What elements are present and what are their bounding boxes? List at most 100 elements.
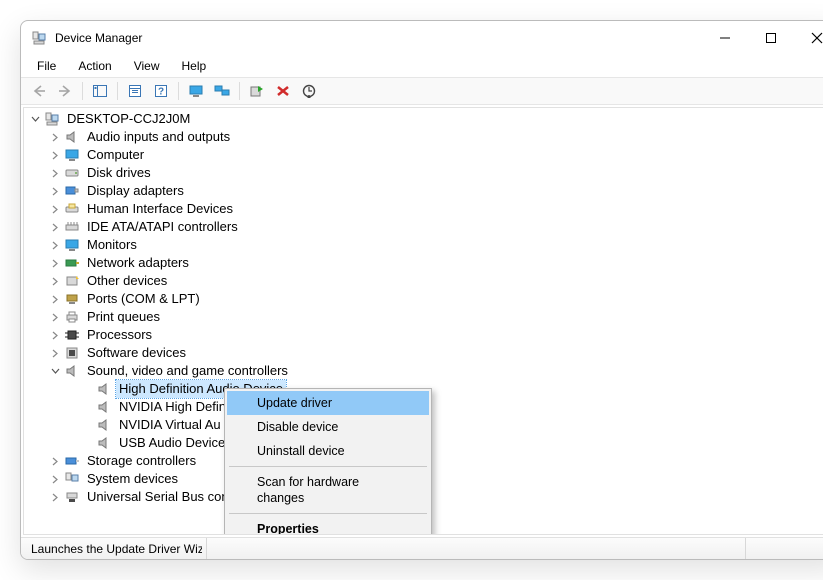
chevron-down-icon[interactable] bbox=[48, 364, 62, 378]
toolbar-show-tree-button[interactable] bbox=[88, 80, 112, 102]
tree-category[interactable]: Human Interface Devices bbox=[24, 200, 823, 218]
toolbar-properties-button[interactable] bbox=[123, 80, 147, 102]
speaker-icon bbox=[96, 417, 112, 433]
tree-category[interactable]: Ports (COM & LPT) bbox=[24, 290, 823, 308]
tree-category[interactable]: Computer bbox=[24, 146, 823, 164]
chevron-right-icon[interactable] bbox=[48, 346, 62, 360]
toolbar-separator bbox=[178, 82, 179, 100]
chevron-right-icon[interactable] bbox=[48, 184, 62, 198]
tree-category[interactable]: Print queues bbox=[24, 308, 823, 326]
category-label: Disk drives bbox=[84, 164, 154, 182]
chevron-right-icon[interactable] bbox=[48, 256, 62, 270]
category-label: Software devices bbox=[84, 344, 189, 362]
tree-category[interactable]: Monitors bbox=[24, 236, 823, 254]
toolbar: ? bbox=[21, 77, 823, 105]
tree-category[interactable]: Network adapters bbox=[24, 254, 823, 272]
speaker-icon bbox=[64, 129, 80, 145]
device-label: USB Audio Device bbox=[116, 434, 228, 452]
menu-help[interactable]: Help bbox=[172, 57, 217, 75]
system-devices-icon bbox=[64, 471, 80, 487]
category-label: IDE ATA/ATAPI controllers bbox=[84, 218, 241, 236]
chevron-right-icon[interactable] bbox=[48, 238, 62, 252]
context-disable-device[interactable]: Disable device bbox=[227, 415, 429, 439]
storage-controller-icon bbox=[64, 453, 80, 469]
toolbar-update-driver-button[interactable] bbox=[245, 80, 269, 102]
chevron-right-icon[interactable] bbox=[48, 166, 62, 180]
context-separator bbox=[229, 466, 427, 467]
chevron-down-icon[interactable] bbox=[28, 112, 42, 126]
close-button[interactable] bbox=[794, 23, 823, 53]
chevron-right-icon[interactable] bbox=[48, 310, 62, 324]
device-manager-window: Device Manager File Action View Help bbox=[20, 20, 823, 560]
toolbar-back-button[interactable] bbox=[27, 80, 51, 102]
category-label: Print queues bbox=[84, 308, 163, 326]
maximize-button[interactable] bbox=[748, 23, 794, 53]
minimize-button[interactable] bbox=[702, 23, 748, 53]
toolbar-forward-button[interactable] bbox=[53, 80, 77, 102]
menubar: File Action View Help bbox=[21, 55, 823, 77]
statusbar-text: Launches the Update Driver Wizard for th… bbox=[27, 538, 207, 559]
tree-category-sound[interactable]: Sound, video and game controllers bbox=[24, 362, 823, 380]
context-properties[interactable]: Properties bbox=[227, 517, 429, 535]
category-label: Monitors bbox=[84, 236, 140, 254]
chevron-right-icon[interactable] bbox=[48, 454, 62, 468]
chevron-right-icon[interactable] bbox=[48, 490, 62, 504]
tree-category[interactable]: Disk drives bbox=[24, 164, 823, 182]
category-label: Audio inputs and outputs bbox=[84, 128, 233, 146]
statusbar-cell bbox=[746, 538, 823, 559]
toolbar-help-button[interactable]: ? bbox=[149, 80, 173, 102]
titlebar: Device Manager bbox=[21, 21, 823, 55]
disk-icon bbox=[64, 165, 80, 181]
category-label: Sound, video and game controllers bbox=[84, 362, 291, 380]
tree-category[interactable]: Other devices bbox=[24, 272, 823, 290]
tree-category[interactable]: Processors bbox=[24, 326, 823, 344]
menu-file[interactable]: File bbox=[27, 57, 66, 75]
window-title: Device Manager bbox=[55, 31, 142, 45]
ide-controller-icon bbox=[64, 219, 80, 235]
context-update-driver[interactable]: Update driver bbox=[227, 391, 429, 415]
device-label: NVIDIA Virtual Au bbox=[116, 416, 224, 434]
chevron-right-icon[interactable] bbox=[48, 292, 62, 306]
toolbar-devices-by-type-button[interactable] bbox=[210, 80, 234, 102]
context-uninstall-device[interactable]: Uninstall device bbox=[227, 439, 429, 463]
menu-action[interactable]: Action bbox=[68, 57, 121, 75]
device-tree[interactable]: DESKTOP-CCJ2J0M Audio inputs and outputs… bbox=[23, 107, 823, 535]
usb-icon bbox=[64, 489, 80, 505]
context-menu: Update driver Disable device Uninstall d… bbox=[224, 388, 432, 535]
tree-root[interactable]: DESKTOP-CCJ2J0M bbox=[24, 110, 823, 128]
chevron-right-icon[interactable] bbox=[48, 274, 62, 288]
chevron-right-icon[interactable] bbox=[48, 472, 62, 486]
tree-category[interactable]: Display adapters bbox=[24, 182, 823, 200]
chevron-right-icon[interactable] bbox=[48, 328, 62, 342]
chevron-right-icon[interactable] bbox=[48, 130, 62, 144]
device-manager-icon bbox=[31, 30, 47, 46]
tree-category[interactable]: Software devices bbox=[24, 344, 823, 362]
tree-category[interactable]: IDE ATA/ATAPI controllers bbox=[24, 218, 823, 236]
speaker-icon bbox=[96, 399, 112, 415]
monitor-icon bbox=[64, 147, 80, 163]
toolbar-separator bbox=[82, 82, 83, 100]
hid-icon bbox=[64, 201, 80, 217]
context-scan-hardware[interactable]: Scan for hardware changes bbox=[227, 470, 429, 510]
speaker-icon bbox=[96, 435, 112, 451]
toolbar-separator bbox=[239, 82, 240, 100]
toolbar-separator bbox=[117, 82, 118, 100]
category-label: Computer bbox=[84, 146, 147, 164]
speaker-icon bbox=[64, 363, 80, 379]
ports-icon bbox=[64, 291, 80, 307]
category-label: Storage controllers bbox=[84, 452, 199, 470]
toolbar-view-button[interactable] bbox=[184, 80, 208, 102]
tree-category[interactable]: Audio inputs and outputs bbox=[24, 128, 823, 146]
chevron-right-icon[interactable] bbox=[48, 148, 62, 162]
category-label: Human Interface Devices bbox=[84, 200, 236, 218]
menu-view[interactable]: View bbox=[124, 57, 170, 75]
statusbar: Launches the Update Driver Wizard for th… bbox=[21, 537, 823, 559]
toolbar-uninstall-button[interactable] bbox=[271, 80, 295, 102]
category-label: Display adapters bbox=[84, 182, 187, 200]
computer-icon bbox=[44, 111, 60, 127]
toolbar-scan-button[interactable] bbox=[297, 80, 321, 102]
device-label: NVIDIA High Defin bbox=[116, 398, 229, 416]
software-devices-icon bbox=[64, 345, 80, 361]
chevron-right-icon[interactable] bbox=[48, 202, 62, 216]
chevron-right-icon[interactable] bbox=[48, 220, 62, 234]
